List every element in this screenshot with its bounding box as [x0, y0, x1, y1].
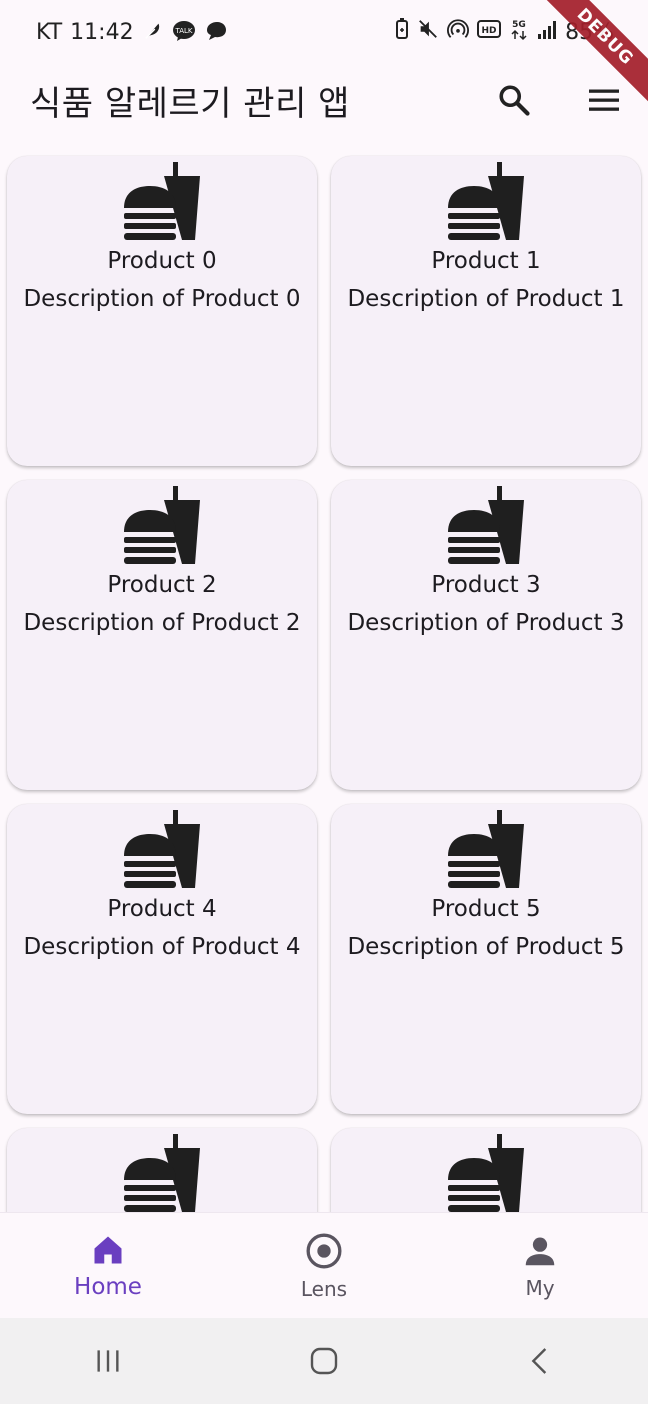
search-icon	[499, 85, 530, 116]
chat-bubble-icon	[204, 20, 228, 45]
product-name: Product 2	[107, 572, 217, 598]
fastfood-icon	[448, 810, 524, 888]
home-circle-icon	[310, 1347, 338, 1375]
clock: 11:42	[70, 19, 134, 45]
recent-apps-icon	[97, 1350, 119, 1372]
nav-label-home: Home	[74, 1273, 142, 1300]
fastfood-icon	[124, 1134, 200, 1212]
menu-icon	[589, 89, 619, 111]
system-navigation-bar	[0, 1318, 648, 1404]
nav-item-my[interactable]: My	[432, 1232, 648, 1300]
app-bar: 식품 알레르기 관리 앱	[0, 64, 648, 136]
product-description: Description of Product 5	[347, 934, 625, 960]
product-card[interactable]: Product 1 Description of Product 1	[331, 156, 641, 466]
product-name: Product 4	[107, 896, 217, 922]
fastfood-icon	[124, 162, 200, 240]
hotspot-icon	[447, 18, 470, 46]
fastfood-icon	[448, 486, 524, 564]
battery-saver-icon	[395, 18, 409, 46]
product-card[interactable]: Product 4 Description of Product 4	[7, 804, 317, 1114]
home-icon	[94, 1236, 122, 1263]
kakaotalk-icon: TALK	[172, 20, 196, 45]
signal-icon	[537, 19, 557, 45]
product-description: Description of Product 3	[347, 610, 625, 636]
product-card[interactable]	[7, 1128, 317, 1212]
fastfood-icon	[448, 162, 524, 240]
product-description: Description of Product 2	[23, 610, 301, 636]
product-description: Description of Product 1	[347, 286, 625, 312]
product-name: Product 5	[431, 896, 541, 922]
product-card[interactable]: Product 3 Description of Product 3	[331, 480, 641, 790]
nav-item-home[interactable]: Home	[0, 1232, 216, 1300]
product-name: Product 0	[107, 248, 217, 274]
svg-text:TALK: TALK	[174, 27, 192, 35]
product-name: Product 3	[431, 572, 541, 598]
bottom-navigation: Home Lens My	[0, 1212, 648, 1318]
product-description: Description of Product 4	[23, 934, 301, 960]
product-card[interactable]: Product 5 Description of Product 5	[331, 804, 641, 1114]
page-title: 식품 알레르기 관리 앱	[30, 83, 350, 124]
carrier-label: KT	[36, 19, 63, 45]
status-bar: KT 11:42 TALK HD 5G	[0, 0, 648, 64]
status-left: KT 11:42 TALK	[36, 20, 228, 45]
menu-button[interactable]	[584, 80, 624, 120]
hd-icon: HD	[477, 19, 502, 45]
svg-text:HD: HD	[482, 26, 497, 36]
nav-label-my: My	[525, 1275, 555, 1300]
product-card[interactable]: Product 2 Description of Product 2	[7, 480, 317, 790]
nav-label-lens: Lens	[300, 1276, 348, 1301]
system-home-button[interactable]	[294, 1336, 354, 1386]
product-grid: Product 0 Description of Product 0 Produ…	[0, 150, 648, 1212]
app-bar-actions	[494, 80, 624, 120]
person-icon	[525, 1237, 555, 1265]
product-name: Product 1	[431, 248, 541, 274]
product-card[interactable]: Product 0 Description of Product 0	[7, 156, 317, 466]
fastfood-icon	[124, 810, 200, 888]
svg-text:5G: 5G	[512, 20, 526, 30]
back-button[interactable]	[510, 1336, 570, 1386]
nav-item-lens[interactable]: Lens	[216, 1231, 432, 1301]
fastfood-icon	[124, 486, 200, 564]
lens-icon	[306, 1233, 342, 1268]
screen: KT 11:42 TALK HD 5G DEBUG 식품 알레르기 관리 앱 P…	[0, 0, 648, 1404]
back-icon	[531, 1348, 547, 1374]
product-grid-viewport[interactable]: Product 0 Description of Product 0 Produ…	[0, 150, 648, 1212]
5g-icon: 5G	[509, 17, 529, 47]
fastfood-icon	[448, 1134, 524, 1212]
search-button[interactable]	[494, 80, 534, 120]
feather-icon	[142, 20, 164, 45]
recent-apps-button[interactable]	[78, 1336, 138, 1386]
product-card[interactable]	[331, 1128, 641, 1212]
mute-icon	[417, 18, 439, 46]
product-description: Description of Product 0	[23, 286, 301, 312]
